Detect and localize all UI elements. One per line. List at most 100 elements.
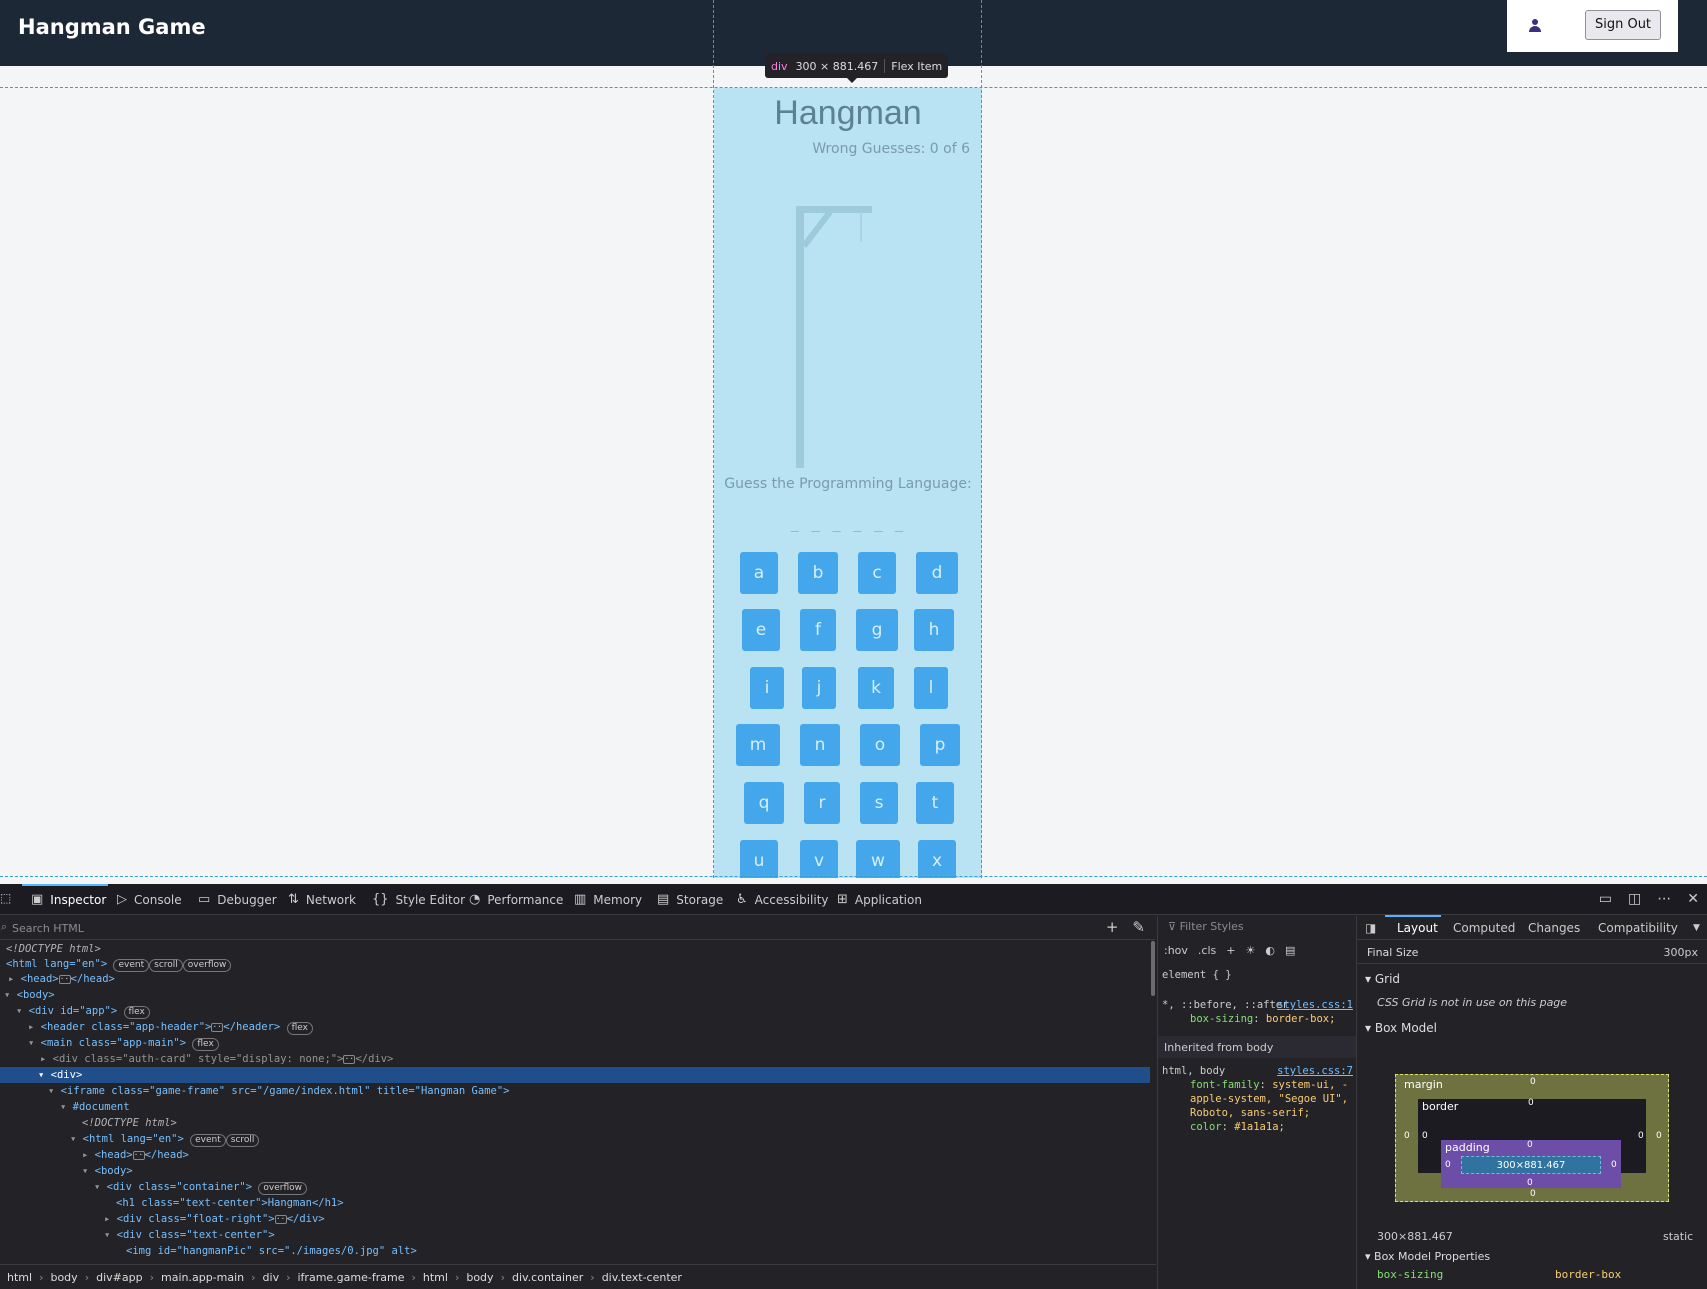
letter-key-u[interactable]: u [740, 840, 778, 878]
tab-console[interactable]: ▷ Console [117, 892, 182, 907]
letter-key-d[interactable]: d [916, 552, 958, 594]
sidebar-toggle-icon[interactable]: ◨ [1365, 921, 1376, 935]
tree-node[interactable]: ▾ <body> [0, 1163, 1150, 1179]
dark-mode-icon[interactable]: ◐ [1265, 944, 1275, 957]
tree-node-selected[interactable]: ▾ <div> [0, 1067, 1150, 1083]
rule-source-link[interactable]: styles.css:7 [1277, 1064, 1353, 1078]
box-model-section[interactable]: ▾ Box Model [1365, 1021, 1437, 1035]
filter-styles[interactable]: ⊽ Filter Styles [1168, 920, 1244, 933]
box-position: static [1663, 1230, 1694, 1243]
tree-node[interactable]: ▸ <div class="float-right">···</div> [0, 1211, 1150, 1227]
light-mode-icon[interactable]: ☀ [1245, 944, 1255, 957]
tree-node[interactable]: ▾ #document [0, 1099, 1150, 1115]
letter-key-a[interactable]: a [740, 552, 778, 594]
eyedropper-icon[interactable]: ✎ [1132, 918, 1145, 936]
tab-style-editor[interactable]: {} Style Editor [372, 892, 465, 907]
chevron-down-icon[interactable]: ▼ [1693, 923, 1700, 933]
letter-key-t[interactable]: t [916, 782, 954, 824]
letter-key-k[interactable]: k [858, 667, 894, 709]
tree-node[interactable]: ▾ <div id="app"> flex [0, 1003, 1150, 1019]
performance-icon: ◔ [469, 892, 481, 907]
tree-scrollbar[interactable] [1151, 941, 1155, 996]
tab-inspector[interactable]: ▣ Inspector [31, 892, 106, 907]
tree-node[interactable]: ▸ <head>···</head> [0, 971, 1150, 987]
letter-key-c[interactable]: c [858, 552, 896, 594]
letter-key-o[interactable]: o [860, 724, 900, 766]
letter-key-g[interactable]: g [856, 609, 898, 651]
sign-out-button[interactable]: Sign Out [1585, 10, 1661, 40]
console-icon: ▷ [117, 892, 127, 907]
letter-key-v[interactable]: v [800, 840, 838, 878]
tree-node[interactable]: <!DOCTYPE html> [0, 941, 1150, 957]
tree-node[interactable]: ▾ <main class="app-main"> flex [0, 1035, 1150, 1051]
add-node-icon[interactable]: + [1106, 918, 1119, 936]
letter-key-f[interactable]: f [800, 609, 836, 651]
breadcrumb-item[interactable]: body [43, 1271, 84, 1284]
tree-node[interactable]: <h1 class="text-center">Hangman</h1> [0, 1195, 1150, 1211]
grid-section[interactable]: ▾ Grid [1365, 972, 1400, 986]
tab-network[interactable]: ⇅ Network [288, 892, 356, 907]
tab-debugger[interactable]: ▭ Debugger [198, 892, 277, 907]
tree-node[interactable]: ▾ <body> [0, 987, 1150, 1003]
tree-node[interactable]: ▸ <head>···</head> [0, 1147, 1150, 1163]
tab-memory[interactable]: ▥ Memory [574, 892, 642, 907]
letter-key-h[interactable]: h [914, 609, 954, 651]
pick-element-icon[interactable]: ⬚ [0, 891, 11, 905]
breadcrumb-item[interactable]: html [0, 1271, 39, 1284]
tab-accessibility[interactable]: ♿ Accessibility [736, 892, 829, 907]
tree-node[interactable]: <html lang="en"> event scroll overflow [0, 956, 1150, 972]
breadcrumb-item[interactable]: main.app-main [154, 1271, 251, 1284]
letter-key-b[interactable]: b [798, 552, 838, 594]
tab-application[interactable]: ⊞ Application [837, 892, 922, 907]
tree-node[interactable]: ▾ <html lang="en"> event scroll [0, 1131, 1150, 1147]
dock-side-icon[interactable]: ◫ [1628, 891, 1641, 907]
letter-key-s[interactable]: s [860, 782, 898, 824]
add-rule-icon[interactable]: + [1226, 944, 1235, 957]
letter-key-e[interactable]: e [742, 609, 780, 651]
tooltip-flex: Flex Item [891, 59, 943, 73]
letter-key-i[interactable]: i [750, 667, 784, 709]
breadcrumb-item[interactable]: iframe.game-frame [291, 1271, 412, 1284]
tab-compatibility[interactable]: Compatibility [1598, 921, 1678, 935]
breadcrumb-item[interactable]: body [459, 1271, 500, 1284]
tree-node[interactable]: ▾ <div class="container"> overflow [0, 1179, 1150, 1195]
more-options-icon[interactable]: ⋯ [1657, 891, 1671, 907]
breadcrumb-item[interactable]: div [256, 1271, 287, 1284]
tree-node[interactable]: ▾ <div class="text-center"> [0, 1227, 1150, 1243]
print-media-icon[interactable]: ▤ [1285, 944, 1295, 957]
responsive-layout-icon[interactable]: ▭ [1599, 891, 1612, 907]
letter-key-x[interactable]: x [918, 840, 956, 878]
search-html-input[interactable] [12, 919, 712, 937]
wrong-guesses: Wrong Guesses: 0 of 6 [812, 141, 970, 157]
letter-key-p[interactable]: p [920, 724, 960, 766]
tab-changes[interactable]: Changes [1528, 921, 1580, 935]
hov-toggle[interactable]: :hov [1164, 944, 1188, 957]
tree-node[interactable]: ▸ <div class="auth-card" style="display:… [0, 1051, 1150, 1067]
tree-node[interactable]: ▾ <iframe class="game-frame" src="/game/… [0, 1083, 1150, 1099]
rule-source-link[interactable]: styles.css:1 [1277, 998, 1353, 1012]
breadcrumb-item[interactable]: html [416, 1271, 455, 1284]
tree-node[interactable]: ▸ <header class="app-header">···</header… [0, 1019, 1150, 1035]
letter-key-n[interactable]: n [800, 724, 840, 766]
devtools-panel: ⬚ ▣ Inspector ▷ Console ▭ Debugger ⇅ Network… [0, 884, 1707, 1289]
tab-storage[interactable]: ▤ Storage [657, 892, 723, 907]
letter-key-j[interactable]: j [802, 667, 836, 709]
highlight-guide-bottom [0, 876, 1707, 877]
letter-key-q[interactable]: q [744, 782, 784, 824]
letter-key-w[interactable]: w [856, 840, 900, 878]
breadcrumb-item[interactable]: div.text-center [595, 1271, 689, 1284]
tab-performance[interactable]: ◔ Performance [469, 892, 563, 907]
close-icon[interactable]: ✕ [1687, 891, 1699, 907]
tree-node[interactable]: <img id="hangmanPic" src="./images/0.jpg… [0, 1243, 1150, 1259]
breadcrumb-item[interactable]: div#app [89, 1271, 149, 1284]
box-model-properties-section[interactable]: ▾ Box Model Properties [1365, 1250, 1490, 1263]
letter-key-m[interactable]: m [736, 724, 780, 766]
letter-key-l[interactable]: l [914, 667, 948, 709]
tooltip-size: 300 × 881.467 [795, 59, 879, 73]
tab-layout[interactable]: Layout [1397, 921, 1438, 935]
cls-toggle[interactable]: .cls [1198, 944, 1216, 957]
tab-computed[interactable]: Computed [1453, 921, 1515, 935]
breadcrumb-item[interactable]: div.container [505, 1271, 590, 1284]
tree-node[interactable]: <!DOCTYPE html> [0, 1115, 1150, 1131]
letter-key-r[interactable]: r [804, 782, 840, 824]
